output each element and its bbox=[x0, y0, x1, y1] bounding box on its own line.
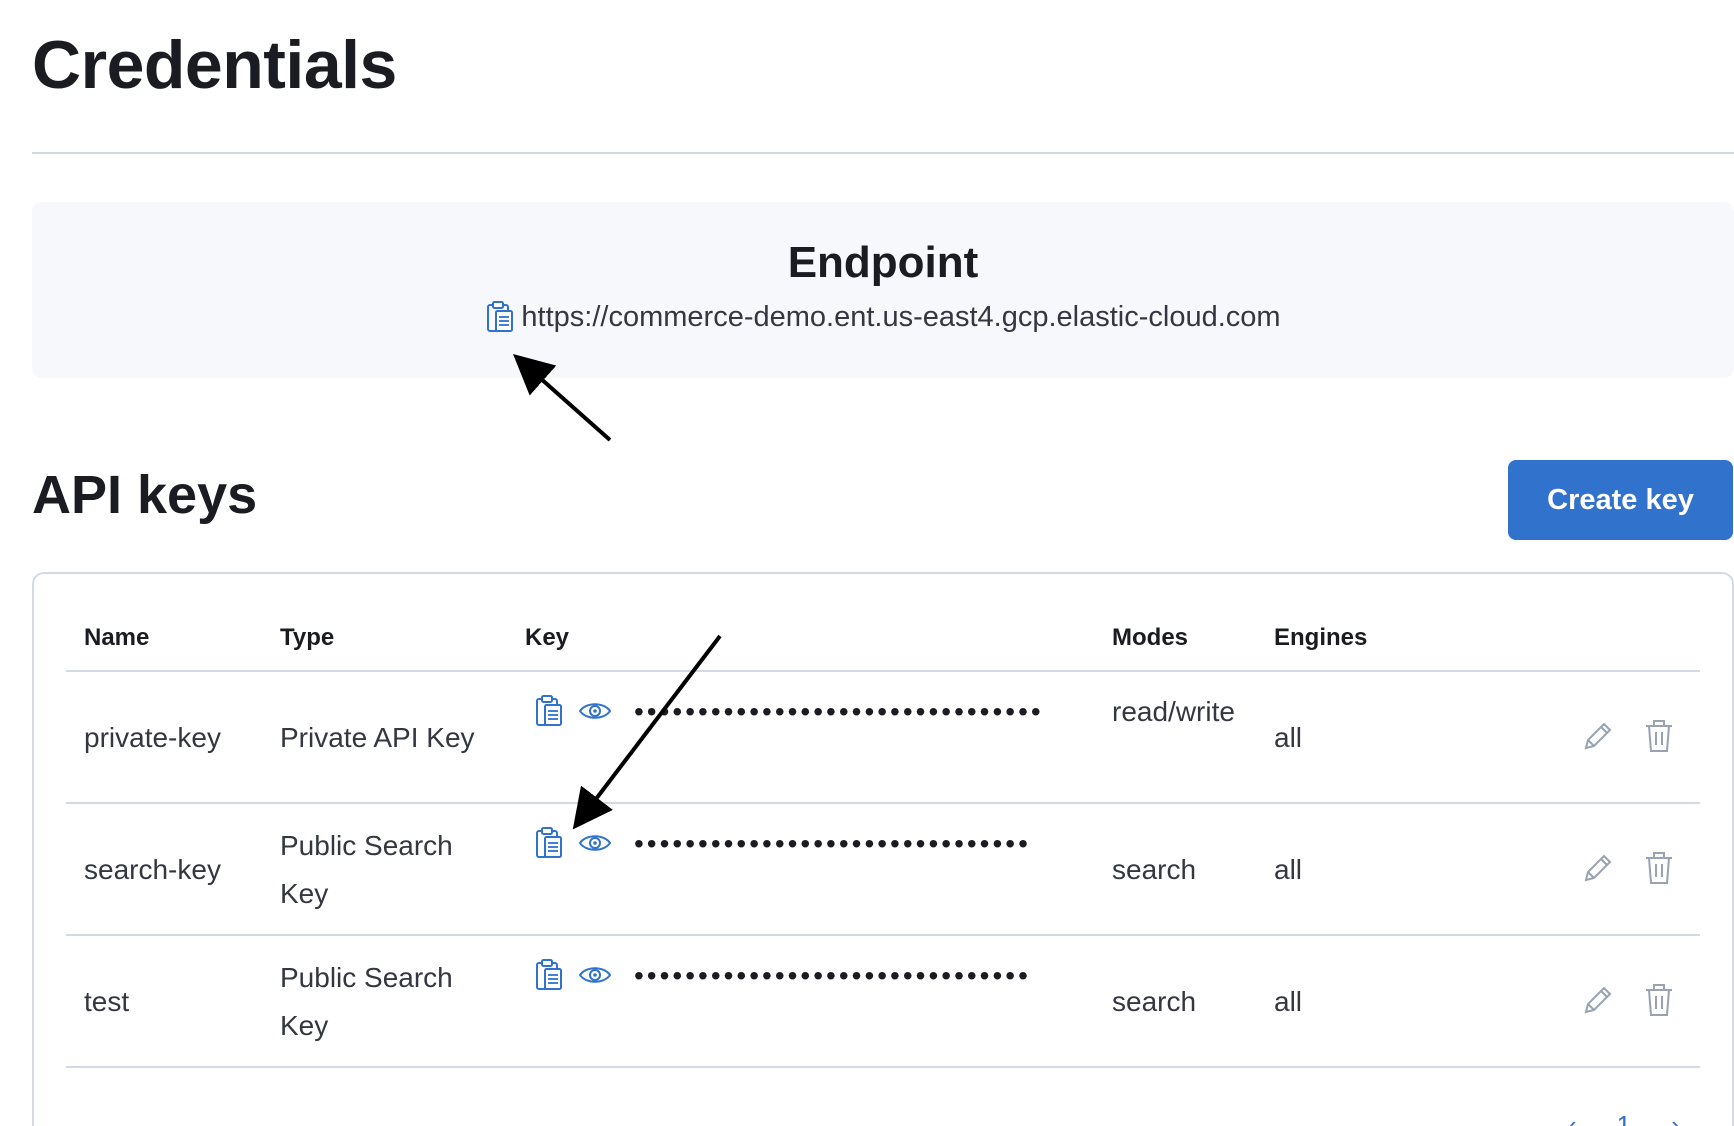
column-header-key[interactable]: Key bbox=[525, 624, 569, 652]
column-header-engines[interactable]: Engines bbox=[1274, 624, 1367, 652]
row-name: search-key bbox=[84, 854, 221, 885]
copy-key-clipboard-icon[interactable] bbox=[534, 826, 564, 860]
reveal-key-eye-icon[interactable] bbox=[578, 963, 612, 987]
row-name: private-key bbox=[84, 722, 221, 753]
row-key-actions bbox=[534, 826, 612, 860]
edit-pencil-icon[interactable] bbox=[1580, 984, 1614, 1018]
row-key-masked: ••••••••••••••••••••••••••••••• bbox=[634, 960, 1031, 991]
row-engines: all bbox=[1274, 854, 1303, 885]
header-divider bbox=[66, 670, 1700, 672]
row-key-actions bbox=[534, 958, 612, 992]
page-title: Credentials bbox=[32, 27, 397, 103]
pagination-current-page[interactable]: 1 bbox=[1617, 1110, 1631, 1126]
credentials-page: Credentials Endpoint https://commerce-de… bbox=[0, 0, 1734, 1126]
row-type: Public Search Key bbox=[280, 962, 453, 1041]
row-engines: all bbox=[1274, 722, 1303, 753]
edit-pencil-icon[interactable] bbox=[1580, 720, 1614, 754]
row-modes: search bbox=[1112, 854, 1197, 885]
chevron-right-icon[interactable]: › bbox=[1671, 1110, 1680, 1126]
row-key-masked: •••••••••••••••••••••••••••••••• bbox=[634, 696, 1044, 727]
endpoint-panel: Endpoint https://commerce-demo.ent.us-ea… bbox=[32, 202, 1734, 378]
delete-trash-icon[interactable] bbox=[1643, 850, 1675, 886]
row-type: Public Search Key bbox=[280, 830, 453, 909]
create-key-button[interactable]: Create key bbox=[1508, 460, 1733, 540]
row-divider bbox=[66, 934, 1700, 936]
api-keys-title: API keys bbox=[32, 465, 258, 525]
endpoint-copy-clipboard-icon[interactable] bbox=[485, 300, 515, 334]
column-header-modes[interactable]: Modes bbox=[1112, 624, 1188, 652]
pagination: ‹ 1 › bbox=[1568, 1110, 1680, 1126]
row-engines: all bbox=[1274, 986, 1303, 1017]
row-key-masked: ••••••••••••••••••••••••••••••• bbox=[634, 828, 1031, 859]
column-header-type[interactable]: Type bbox=[280, 624, 334, 652]
title-divider bbox=[32, 152, 1734, 154]
row-divider bbox=[66, 802, 1700, 804]
copy-key-clipboard-icon[interactable] bbox=[534, 958, 564, 992]
row-type: Private API Key bbox=[280, 722, 475, 753]
row-modes: read/write bbox=[1112, 696, 1235, 727]
reveal-key-eye-icon[interactable] bbox=[578, 831, 612, 855]
delete-trash-icon[interactable] bbox=[1643, 982, 1675, 1018]
row-name: test bbox=[84, 986, 130, 1017]
copy-key-clipboard-icon[interactable] bbox=[534, 694, 564, 728]
delete-trash-icon[interactable] bbox=[1643, 718, 1675, 754]
column-header-name[interactable]: Name bbox=[84, 624, 149, 652]
row-divider bbox=[66, 1066, 1700, 1068]
endpoint-row: https://commerce-demo.ent.us-east4.gcp.e… bbox=[32, 300, 1734, 334]
row-key-actions bbox=[534, 694, 612, 728]
endpoint-title: Endpoint bbox=[787, 238, 979, 287]
api-keys-table: Name Type Key Modes Engines private-key … bbox=[32, 572, 1734, 1126]
chevron-left-icon[interactable]: ‹ bbox=[1568, 1110, 1577, 1126]
edit-pencil-icon[interactable] bbox=[1580, 852, 1614, 886]
reveal-key-eye-icon[interactable] bbox=[578, 699, 612, 723]
endpoint-url: https://commerce-demo.ent.us-east4.gcp.e… bbox=[521, 300, 1281, 333]
row-modes: search bbox=[1112, 986, 1197, 1017]
